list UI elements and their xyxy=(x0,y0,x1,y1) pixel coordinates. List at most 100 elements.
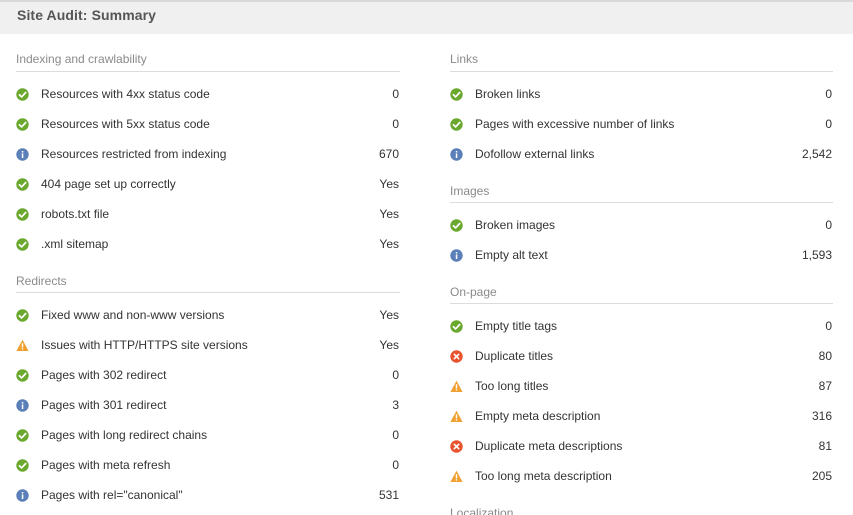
warning-triangle-icon xyxy=(450,470,463,483)
info-circle-icon xyxy=(450,148,463,161)
audit-row[interactable]: Pages with excessive number of links 0 xyxy=(450,113,833,143)
audit-row[interactable]: Duplicate meta descriptions 81 xyxy=(450,435,833,465)
audit-row-value: 87 xyxy=(818,379,832,393)
audit-row[interactable]: Empty meta description 316 xyxy=(450,405,833,435)
section-heading: Links xyxy=(450,52,479,66)
section-rows: Empty title tags 0 Duplicate titles 80 Too l… xyxy=(450,304,833,495)
warning-triangle-icon xyxy=(450,410,463,423)
audit-row-value: Yes xyxy=(379,207,399,221)
info-circle-icon xyxy=(16,489,29,502)
audit-row-value: 2,542 xyxy=(801,147,832,161)
check-circle-icon xyxy=(450,118,463,131)
audit-row[interactable]: Pages with rel="canonical" 531 xyxy=(16,484,400,514)
check-circle-icon xyxy=(16,178,29,191)
audit-row-value: 3 xyxy=(392,398,399,412)
check-circle-icon xyxy=(16,208,29,221)
audit-row-label: Pages with 301 redirect xyxy=(41,398,167,412)
audit-row-label: Broken links xyxy=(475,87,541,101)
audit-row-label: Resources with 4xx status code xyxy=(41,87,210,101)
section-title-images: Images xyxy=(450,173,833,203)
page-header: Site Audit: Summary xyxy=(0,0,853,34)
error-circle-icon xyxy=(450,350,463,363)
audit-row-label: Duplicate meta descriptions xyxy=(475,439,623,453)
audit-row-value: 80 xyxy=(818,349,832,363)
audit-row-value: Yes xyxy=(379,177,399,191)
audit-row[interactable]: robots.txt file Yes xyxy=(16,203,400,233)
audit-row-label: robots.txt file xyxy=(41,207,110,221)
check-circle-icon xyxy=(16,238,29,251)
audit-row-label: Dofollow external links xyxy=(475,147,595,161)
audit-row[interactable]: Pages with 301 redirect 3 xyxy=(16,394,400,424)
audit-row-value: 0 xyxy=(392,117,399,131)
audit-row[interactable]: Duplicate titles 80 xyxy=(450,345,833,375)
error-circle-icon xyxy=(450,440,463,453)
check-circle-icon xyxy=(16,118,29,131)
audit-row-value: 1,593 xyxy=(801,248,832,262)
check-circle-icon xyxy=(16,429,29,442)
audit-row[interactable]: Broken links 0 xyxy=(450,83,833,113)
audit-row-label: Empty alt text xyxy=(475,248,548,262)
audit-row-value: 0 xyxy=(392,428,399,442)
section-title-redirects: Redirects xyxy=(16,263,400,293)
audit-row[interactable]: Broken images 0 xyxy=(450,214,833,244)
audit-row-value: 0 xyxy=(825,117,832,131)
audit-row-label: Pages with long redirect chains xyxy=(41,428,208,442)
audit-row-label: Pages with meta refresh xyxy=(41,458,171,472)
audit-row[interactable]: Dofollow external links 2,542 xyxy=(450,143,833,173)
audit-row[interactable]: .xml sitemap Yes xyxy=(16,233,400,263)
section-title-localization: Localization xyxy=(450,495,833,515)
check-circle-icon xyxy=(16,459,29,472)
audit-row-value: 81 xyxy=(818,439,832,453)
section-heading: Indexing and crawlability xyxy=(16,52,147,66)
audit-row-value: 316 xyxy=(811,409,832,423)
audit-row[interactable]: Issues with HTTP/HTTPS site versions Yes xyxy=(16,334,400,364)
audit-row[interactable]: Resources with 5xx status code 0 xyxy=(16,113,400,143)
audit-row-value: 0 xyxy=(392,87,399,101)
audit-row-label: .xml sitemap xyxy=(41,237,109,251)
warning-triangle-icon xyxy=(16,339,29,352)
page-title: Site Audit: Summary xyxy=(17,7,157,23)
audit-row[interactable]: Fixed www and non-www versions Yes xyxy=(16,304,400,334)
audit-row[interactable]: Pages with meta refresh 0 xyxy=(16,454,400,484)
site-audit-page: Site Audit: Summary Indexing and crawlab… xyxy=(0,0,853,515)
left-column: Indexing and crawlability Resources with … xyxy=(16,34,400,514)
section-heading: Localization xyxy=(450,506,514,515)
right-column: Links Broken links 0 Pages with excessive n… xyxy=(450,34,833,515)
section-title-on-page: On-page xyxy=(450,274,833,304)
audit-row-label: Pages with rel="canonical" xyxy=(41,488,183,502)
audit-row[interactable]: Empty alt text 1,593 xyxy=(450,244,833,274)
audit-row-label: Duplicate titles xyxy=(475,349,554,363)
audit-row-label: Pages with 302 redirect xyxy=(41,368,167,382)
check-circle-icon xyxy=(16,309,29,322)
audit-row-value: 531 xyxy=(378,488,399,502)
audit-row-value: 205 xyxy=(811,469,832,483)
audit-row[interactable]: Too long meta description 205 xyxy=(450,465,833,495)
audit-row[interactable]: Resources with 4xx status code 0 xyxy=(16,83,400,113)
section-heading: On-page xyxy=(450,285,497,299)
section-heading: Images xyxy=(450,184,490,198)
audit-row[interactable]: Too long titles 87 xyxy=(450,375,833,405)
audit-row-label: Empty meta description xyxy=(475,409,601,423)
audit-row-value: 0 xyxy=(392,368,399,382)
audit-row-label: Pages with excessive number of links xyxy=(475,117,675,131)
audit-row[interactable]: Resources restricted from indexing 670 xyxy=(16,143,400,173)
audit-row-label: Empty title tags xyxy=(475,319,558,333)
audit-row[interactable]: Pages with 302 redirect 0 xyxy=(16,364,400,394)
audit-row[interactable]: Pages with long redirect chains 0 xyxy=(16,424,400,454)
section-rows: Resources with 4xx status code 0 Resources… xyxy=(16,72,400,263)
audit-row-value: Yes xyxy=(379,237,399,251)
audit-row-label: Issues with HTTP/HTTPS site versions xyxy=(41,338,248,352)
audit-row-value: 670 xyxy=(378,147,399,161)
check-circle-icon xyxy=(16,369,29,382)
audit-row-value: 0 xyxy=(825,87,832,101)
info-circle-icon xyxy=(16,148,29,161)
section-title-links: Links xyxy=(450,34,833,72)
section-rows: Broken links 0 Pages with excessive number… xyxy=(450,72,833,173)
audit-row-label: Too long meta description xyxy=(475,469,612,483)
audit-row-value: 0 xyxy=(825,319,832,333)
section-rows: Broken images 0 Empty alt text 1,593 xyxy=(450,203,833,274)
audit-row-value: Yes xyxy=(379,308,399,322)
audit-row[interactable]: Empty title tags 0 xyxy=(450,315,833,345)
audit-row[interactable]: 404 page set up correctly Yes xyxy=(16,173,400,203)
section-heading: Redirects xyxy=(16,274,67,288)
